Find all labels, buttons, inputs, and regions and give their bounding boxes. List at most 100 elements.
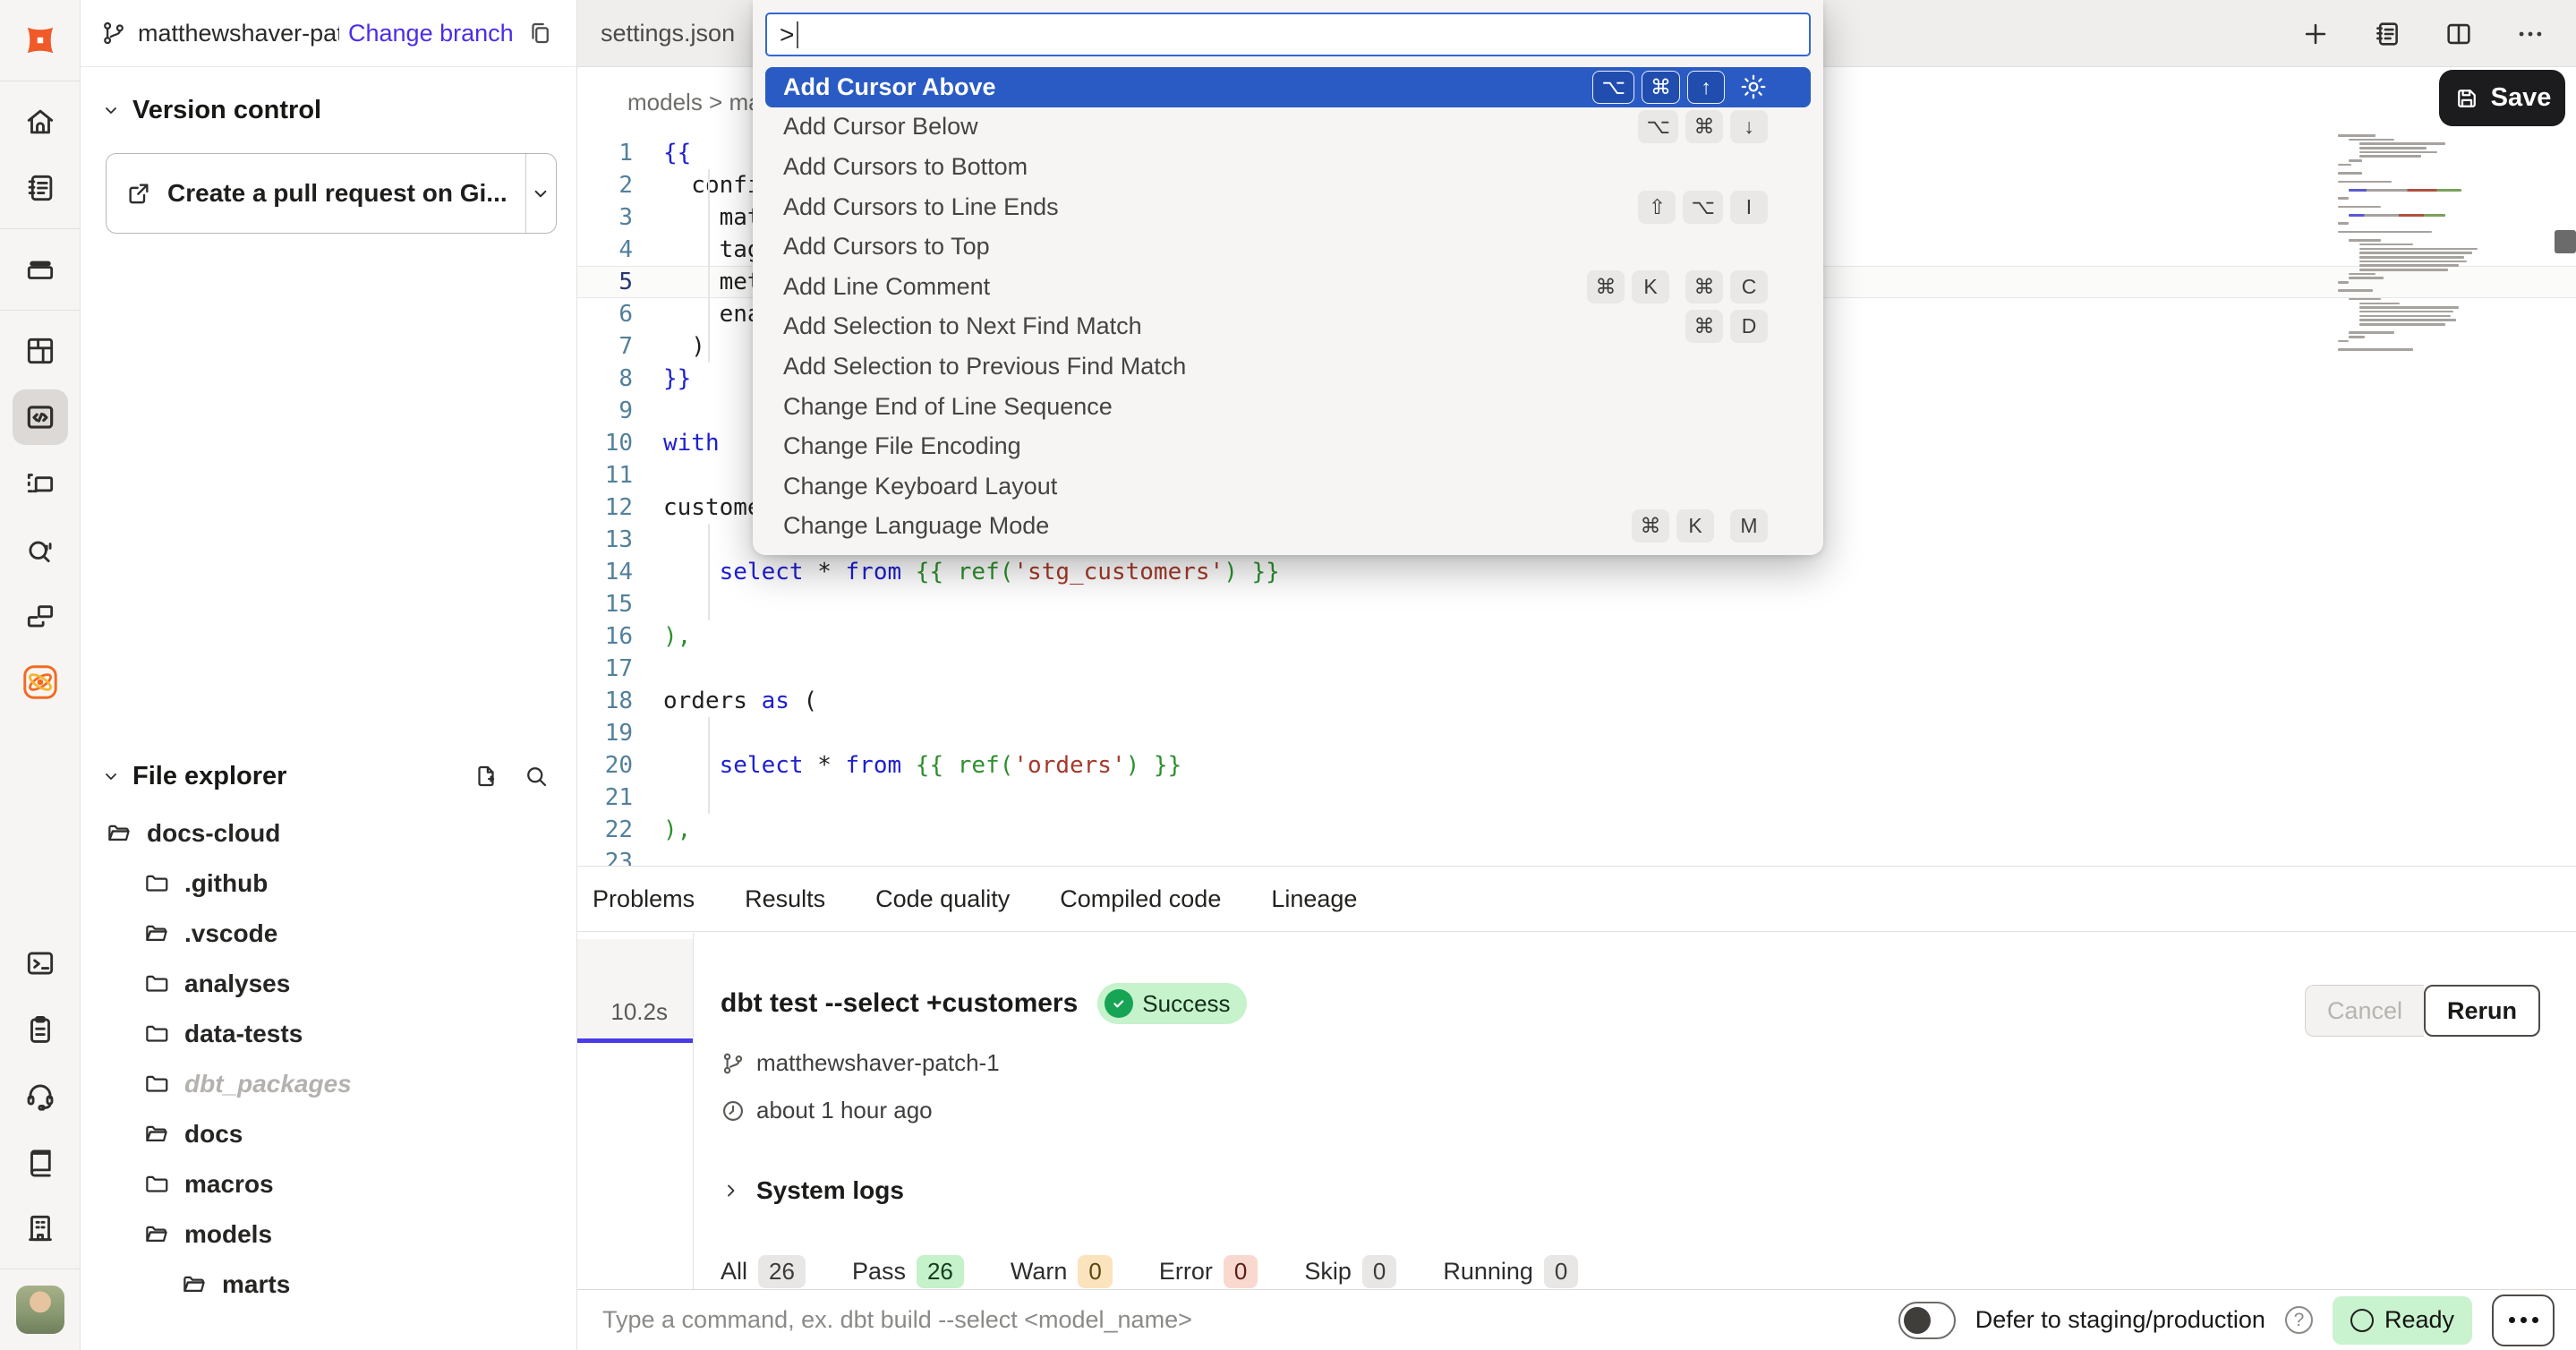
command-input[interactable]	[602, 1306, 1898, 1334]
pr-dropdown-button[interactable]	[526, 154, 556, 233]
status-bar: Defer to staging/production ? Ready	[577, 1289, 2576, 1350]
inbox-icon[interactable]	[13, 242, 68, 297]
configure-keybinding-icon[interactable]	[1739, 73, 1768, 101]
minimap[interactable]	[2338, 134, 2472, 353]
create-pr-split-button: Create a pull request on Gi...	[106, 153, 557, 234]
command-palette-input[interactable]: >	[765, 13, 1811, 56]
code-editor-icon[interactable]	[13, 389, 68, 445]
palette-command[interactable]: Change Keyboard Layout	[765, 466, 1811, 507]
support-headset-icon[interactable]	[13, 1068, 68, 1124]
history-duration: 10.2s	[610, 998, 668, 1026]
palette-command-label: Add Cursors to Bottom	[783, 153, 1768, 181]
new-tab-icon[interactable]	[2300, 19, 2331, 49]
count-label: Skip	[1304, 1258, 1352, 1286]
count-pass[interactable]: Pass26	[852, 1255, 964, 1288]
success-check-icon	[1105, 989, 1133, 1018]
create-pr-label: Create a pull request on Gi...	[167, 179, 508, 208]
file-explorer-header[interactable]: File explorer	[81, 756, 576, 796]
compare-windows-icon[interactable]	[13, 588, 68, 644]
home-icon[interactable]	[13, 94, 68, 150]
dbt-copilot-icon[interactable]	[13, 654, 68, 710]
dashboard-icon[interactable]	[13, 323, 68, 379]
code-line: 22),	[577, 814, 2576, 846]
audit-search-icon[interactable]	[13, 522, 68, 577]
file-tree-item[interactable]: models	[81, 1209, 576, 1260]
more-options-icon[interactable]	[2515, 19, 2546, 49]
folder-icon	[143, 1121, 170, 1148]
tab-settings-json[interactable]: settings.json	[577, 20, 758, 47]
palette-command[interactable]: Add Cursor Above⌥⌘↑	[765, 67, 1811, 107]
save-button[interactable]: Save	[2439, 70, 2565, 126]
count-warn[interactable]: Warn0	[1011, 1255, 1113, 1288]
file-tree-item[interactable]: dbt_packages	[81, 1059, 576, 1109]
search-icon[interactable]	[523, 763, 550, 790]
palette-command[interactable]: Add Cursors to Line Ends⇧⌥I	[765, 187, 1811, 227]
count-running[interactable]: Running0	[1443, 1255, 1578, 1288]
file-tree-item[interactable]: .github	[81, 859, 576, 909]
system-logs-label: System logs	[756, 1176, 904, 1205]
help-icon[interactable]: ?	[2285, 1306, 2313, 1334]
palette-command[interactable]: Add Selection to Previous Find Match	[765, 346, 1811, 387]
code-line: 21	[577, 782, 2576, 814]
folder-icon	[181, 1271, 208, 1298]
palette-command[interactable]: Change Language Mode⌘KM	[765, 507, 1811, 547]
count-badge: 26	[917, 1255, 964, 1288]
version-control-header[interactable]: Version control	[81, 90, 576, 130]
keyboard-shortcut-key: ⌘	[1632, 509, 1669, 543]
dbt-logo-icon[interactable]	[20, 20, 61, 61]
palette-command[interactable]: Change File Encoding	[765, 426, 1811, 466]
panel-tab-lineage[interactable]: Lineage	[1271, 867, 1357, 931]
indent-guide	[708, 169, 710, 363]
folder-name: macros	[184, 1170, 274, 1199]
create-pr-button[interactable]: Create a pull request on Gi...	[107, 154, 526, 233]
new-file-icon[interactable]	[473, 763, 499, 790]
code-line: 19	[577, 717, 2576, 749]
user-avatar[interactable]	[16, 1286, 64, 1334]
folder-icon	[143, 1171, 170, 1198]
folder-icon	[143, 1021, 170, 1047]
version-control-title: Version control	[132, 96, 321, 125]
file-tree-item[interactable]: marts	[81, 1260, 576, 1310]
count-badge: 0	[1362, 1255, 1396, 1288]
docs-book-icon[interactable]	[13, 1134, 68, 1190]
palette-command[interactable]: Change End of Line Sequence	[765, 387, 1811, 427]
file-tree-item[interactable]: .vscode	[81, 909, 576, 959]
file-tree-item[interactable]: docs	[81, 1109, 576, 1159]
count-skip[interactable]: Skip 0	[1304, 1255, 1396, 1288]
panel-tab-code-quality[interactable]: Code quality	[875, 867, 1010, 931]
panel-tab-compiled-code[interactable]: Compiled code	[1060, 867, 1221, 931]
system-logs-toggle[interactable]: System logs	[721, 1176, 2544, 1205]
file-tree-item[interactable]: data-tests	[81, 1009, 576, 1059]
notebook-panel-icon[interactable]	[2372, 19, 2402, 49]
folder-name: .github	[184, 869, 268, 898]
file-tree-item[interactable]: analyses	[81, 959, 576, 1009]
palette-command[interactable]: Add Cursors to Top	[765, 226, 1811, 267]
canvas-icon[interactable]	[13, 456, 68, 511]
result-counts: All26 Pass26 Warn0 Error0 Skip 0 Running0	[721, 1255, 2544, 1288]
palette-command[interactable]: Add Selection to Next Find Match⌘D	[765, 307, 1811, 347]
cancel-button[interactable]: Cancel	[2305, 985, 2424, 1037]
panel-tab-results[interactable]: Results	[745, 867, 825, 931]
count-all[interactable]: All26	[721, 1255, 806, 1288]
checklist-icon[interactable]	[13, 1002, 68, 1057]
notebook-icon[interactable]	[13, 160, 68, 216]
defer-toggle[interactable]	[1898, 1302, 1956, 1339]
count-error[interactable]: Error0	[1159, 1255, 1258, 1288]
split-pane-icon[interactable]	[2444, 19, 2474, 49]
count-label: Warn	[1011, 1258, 1068, 1286]
folder-icon	[106, 820, 132, 847]
panel-tab-problems[interactable]: Problems	[593, 867, 695, 931]
palette-command[interactable]: Add Cursors to Bottom	[765, 147, 1811, 187]
editor-scrollbar-thumb[interactable]	[2555, 230, 2576, 253]
palette-command[interactable]: Add Cursor Below⌥⌘↓	[765, 107, 1811, 148]
organization-icon[interactable]	[13, 1200, 68, 1256]
terminal-icon[interactable]	[13, 936, 68, 991]
palette-command[interactable]: Add Line Comment⌘K⌘C	[765, 267, 1811, 307]
file-tree-item[interactable]: macros	[81, 1159, 576, 1209]
more-options-button[interactable]	[2492, 1294, 2555, 1346]
file-tree-item[interactable]: docs-cloud	[81, 808, 576, 859]
change-branch-link[interactable]: Change branch	[348, 20, 514, 47]
rerun-button[interactable]: Rerun	[2424, 985, 2540, 1037]
copy-branch-icon[interactable]	[526, 20, 553, 47]
code-line: 18orders as (	[577, 685, 2576, 717]
